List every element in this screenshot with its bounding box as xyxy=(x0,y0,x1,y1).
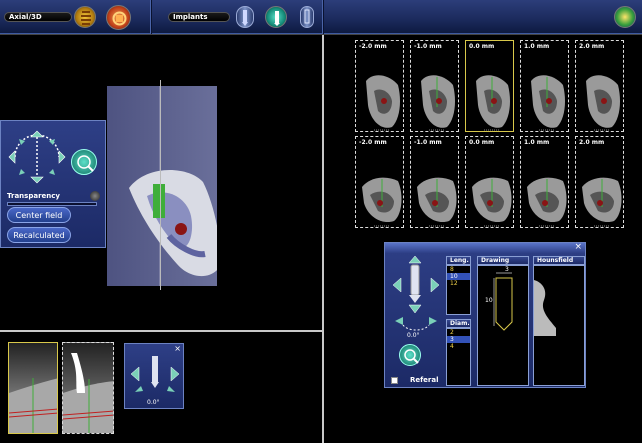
referal-label: Referal xyxy=(410,376,439,384)
cross-section-thumb[interactable]: 0.0 mm xyxy=(465,40,514,132)
rotate-arrows-icon[interactable] xyxy=(5,127,69,185)
mini-rotate-panel: × 0.0° xyxy=(124,343,184,409)
toolbar-separator-2 xyxy=(322,0,324,34)
logo-globe-icon xyxy=(614,6,636,28)
dialog-titlebar xyxy=(385,243,585,253)
cross-section-thumb[interactable]: 2.0 mm xyxy=(575,40,624,132)
panoramic-view-right[interactable] xyxy=(62,342,114,434)
toolbar-separator xyxy=(150,0,152,34)
cross-section-thumb[interactable]: -2.0 mm xyxy=(355,40,404,132)
cross-section-thumb[interactable]: 1.0 mm xyxy=(520,136,569,228)
diameter-header: Diam. xyxy=(446,319,471,328)
cross-section-label: -2.0 mm xyxy=(359,43,387,50)
cross-section-label: -1.0 mm xyxy=(414,43,442,50)
horizontal-divider xyxy=(0,330,322,332)
implants-label: Implants xyxy=(168,12,230,22)
hounsfield-header: Hounsfield unit xyxy=(533,256,585,272)
cross-section-label: 2.0 mm xyxy=(579,139,605,146)
zoom-icon[interactable] xyxy=(71,149,97,175)
transparency-slider[interactable] xyxy=(7,202,97,206)
transparency-knob[interactable] xyxy=(90,191,100,201)
panoramic-view-left[interactable] xyxy=(8,342,58,434)
vertical-divider xyxy=(322,35,324,443)
cross-section-label: 0.0 mm xyxy=(469,139,495,146)
length-header: Leng. xyxy=(446,256,471,265)
cross-section-label: 1.0 mm xyxy=(524,139,550,146)
implant-plan-icon[interactable] xyxy=(236,6,254,28)
length-list[interactable]: 8 10 12 xyxy=(446,265,471,315)
spine-icon[interactable] xyxy=(74,6,96,28)
cross-section-grid: -2.0 mm -1.0 mm 0.0 mm 1.0 mm 2.0 mm -2.0 mm -… xyxy=(355,40,635,230)
top-divider xyxy=(0,34,642,35)
implant-move-arrows-icon[interactable] xyxy=(387,255,445,335)
cross-section-thumb[interactable]: 1.0 mm xyxy=(520,40,569,132)
cross-section-thumb[interactable]: -1.0 mm xyxy=(410,136,459,228)
transparency-label: Transparency xyxy=(7,192,60,200)
diameter-list[interactable]: 234 xyxy=(446,328,471,386)
cross-section-label: -1.0 mm xyxy=(414,139,442,146)
length-option[interactable]: 10 xyxy=(447,273,470,280)
drawing-header: Drawing xyxy=(477,256,529,265)
cross-section-label: 1.0 mm xyxy=(524,43,550,50)
diameter-option[interactable]: 2 xyxy=(447,329,470,336)
cross-section-thumb[interactable]: 2.0 mm xyxy=(575,136,624,228)
referal-checkbox[interactable] xyxy=(391,377,398,384)
implant-rotate-icon[interactable] xyxy=(127,352,183,394)
implant-selected-icon[interactable] xyxy=(265,6,287,28)
3d-axis-line xyxy=(160,80,161,290)
implant-outline-icon[interactable] xyxy=(300,6,314,28)
3d-bone-view[interactable] xyxy=(107,86,221,286)
hounsfield-graph xyxy=(533,265,585,386)
mini-rotate-angle: 0.0° xyxy=(147,399,160,406)
cross-section-label: -2.0 mm xyxy=(359,139,387,146)
cross-section-thumb[interactable]: 0.0 mm xyxy=(465,136,514,228)
view-control-panel: Transparency Center field Recalculated xyxy=(0,120,106,248)
cross-section-label: 2.0 mm xyxy=(579,43,605,50)
implant-drawing: 3 10 xyxy=(477,265,529,386)
cross-section-label: 0.0 mm xyxy=(469,43,495,50)
dialog-close-icon[interactable]: × xyxy=(574,242,582,252)
diameter-option[interactable]: 3 xyxy=(447,336,470,343)
diameter-option[interactable]: 4 xyxy=(447,343,470,350)
length-option[interactable]: 8 xyxy=(447,266,470,273)
length-option[interactable]: 12 xyxy=(447,280,470,287)
center-field-button[interactable]: Center field xyxy=(7,207,71,223)
cross-section-thumb[interactable]: -2.0 mm xyxy=(355,136,404,228)
cross-section-thumb[interactable]: -1.0 mm xyxy=(410,40,459,132)
implant-dialog: × 0.0° Referal Leng. 8 10 12 Diam. 234 Dra… xyxy=(384,242,586,388)
implant-zoom-icon[interactable] xyxy=(399,344,421,366)
view-mode-label: Axial/3D xyxy=(4,12,72,22)
toolbar: Axial/3D Implants xyxy=(0,0,642,34)
recalculated-button[interactable]: Recalculated xyxy=(7,227,71,243)
ct-volume-icon[interactable] xyxy=(106,5,131,30)
implant-angle: 0.0° xyxy=(407,332,420,339)
